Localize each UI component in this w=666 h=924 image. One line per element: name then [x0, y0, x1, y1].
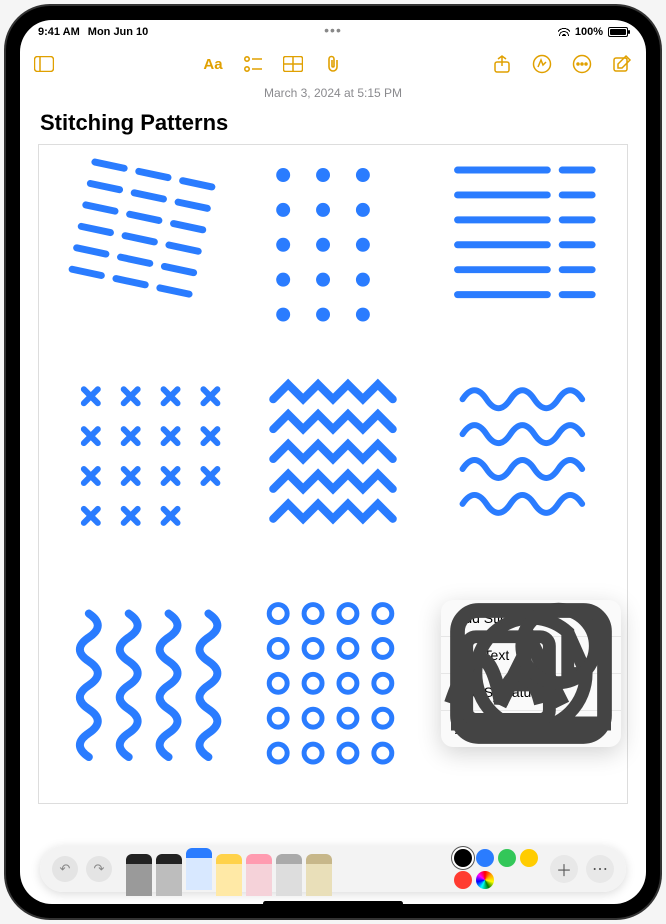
tool-pen[interactable]: [126, 854, 152, 896]
redo-button[interactable]: ↷: [86, 856, 112, 882]
palette-more-button[interactable]: ⋯: [586, 855, 614, 883]
home-indicator[interactable]: [263, 901, 403, 904]
tool-eraser[interactable]: [246, 854, 272, 896]
color-swatch[interactable]: [520, 849, 538, 867]
share-icon[interactable]: [490, 52, 514, 76]
more-icon[interactable]: [570, 52, 594, 76]
battery-icon: [608, 27, 628, 37]
wifi-icon: [558, 26, 570, 39]
color-swatch[interactable]: [498, 849, 516, 867]
add-button[interactable]: ＋: [550, 855, 578, 883]
color-swatch[interactable]: [454, 871, 472, 889]
tool-fineliner[interactable]: [156, 854, 182, 896]
add-menu-popup: Add Sticker Add Text Add Signature: [441, 600, 621, 747]
status-date: Mon Jun 10: [88, 26, 149, 38]
color-swatch[interactable]: [476, 849, 494, 867]
battery-percent: 100%: [575, 26, 603, 38]
tool-ruler[interactable]: [306, 854, 332, 896]
sidebar-icon[interactable]: [32, 52, 56, 76]
markup-palette: ↶ ↷ ＋ ⋯: [40, 846, 626, 892]
note-title[interactable]: Stitching Patterns: [20, 100, 646, 144]
checklist-icon[interactable]: [241, 52, 265, 76]
multitask-indicator[interactable]: •••: [324, 22, 342, 38]
format-icon[interactable]: Aa: [201, 52, 225, 76]
status-time: 9:41 AM: [38, 26, 80, 38]
tool-marker[interactable]: [186, 848, 212, 890]
app-toolbar: Aa: [20, 44, 646, 84]
color-picker-button[interactable]: [476, 871, 494, 889]
color-swatch[interactable]: [454, 849, 472, 867]
compose-icon[interactable]: [610, 52, 634, 76]
drawing-canvas[interactable]: Add Sticker Add Text Add Signature: [38, 144, 628, 804]
table-icon[interactable]: [281, 52, 305, 76]
tool-highlighter[interactable]: [216, 854, 242, 896]
tool-lasso[interactable]: [276, 854, 302, 896]
attachment-icon[interactable]: [321, 52, 345, 76]
markup-icon[interactable]: [530, 52, 554, 76]
add-shape-item[interactable]: Add Shape: [441, 711, 621, 747]
undo-button[interactable]: ↶: [52, 856, 78, 882]
note-timestamp: March 3, 2024 at 5:15 PM: [20, 86, 646, 100]
